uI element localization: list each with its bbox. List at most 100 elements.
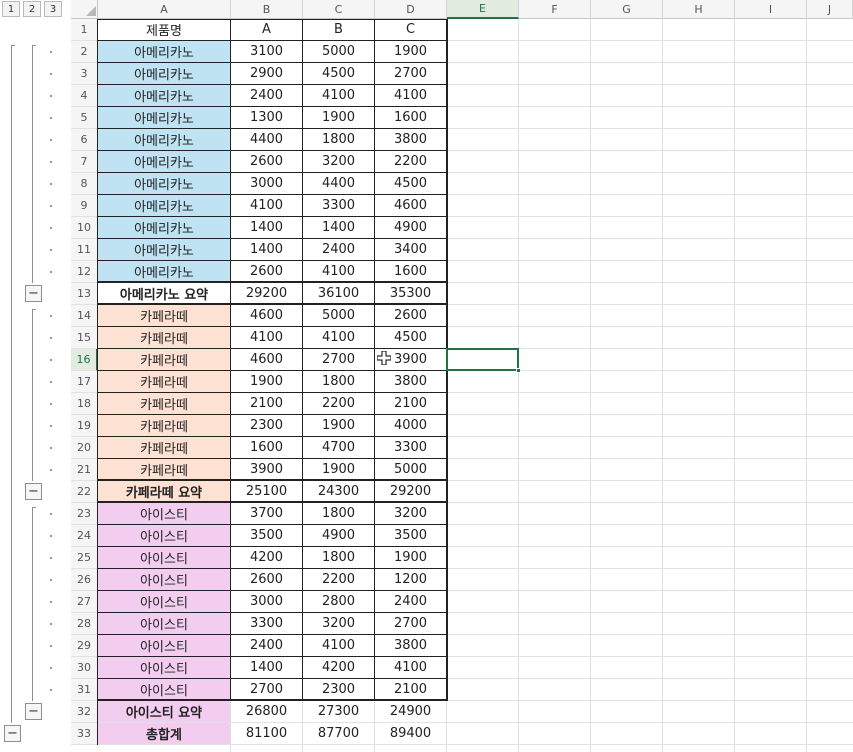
value-cell[interactable]: 3500 — [375, 525, 446, 546]
row-header[interactable]: 7 — [71, 151, 98, 173]
value-cell[interactable]: 5000 — [303, 41, 374, 62]
value-cell[interactable]: 1400 — [303, 217, 374, 238]
value-cell[interactable]: 2700 — [231, 679, 302, 700]
column-title-b[interactable]: B — [303, 19, 374, 40]
product-cell[interactable]: 아메리카노 — [98, 129, 230, 150]
value-cell[interactable]: 1800 — [303, 503, 374, 524]
value-cell[interactable]: 35300 — [375, 283, 446, 304]
row-header[interactable]: 2 — [71, 41, 98, 63]
value-cell[interactable]: 4700 — [303, 437, 374, 458]
value-cell[interactable]: 1400 — [231, 239, 302, 260]
value-cell[interactable]: 3400 — [375, 239, 446, 260]
value-cell[interactable]: 1900 — [231, 371, 302, 392]
product-cell[interactable]: 아메리카노 — [98, 173, 230, 194]
value-cell[interactable]: 1900 — [375, 41, 446, 62]
column-header-h[interactable]: H — [663, 0, 735, 19]
value-cell[interactable]: 3200 — [303, 151, 374, 172]
value-cell[interactable]: 27300 — [303, 701, 374, 722]
value-cell[interactable]: 36100 — [303, 283, 374, 304]
value-cell[interactable]: 4200 — [231, 547, 302, 568]
row-header[interactable]: 24 — [71, 525, 98, 547]
product-cell[interactable]: 아이스티 — [98, 635, 230, 656]
value-cell[interactable]: 5000 — [303, 305, 374, 326]
value-cell[interactable]: 4900 — [303, 525, 374, 546]
row-header[interactable]: 5 — [71, 107, 98, 129]
value-cell[interactable]: 2400 — [303, 239, 374, 260]
value-cell[interactable]: 4600 — [231, 305, 302, 326]
product-cell[interactable]: 카페라떼 — [98, 327, 230, 348]
value-cell[interactable]: 2100 — [375, 679, 446, 700]
value-cell[interactable]: 2200 — [303, 569, 374, 590]
value-cell[interactable]: 2700 — [303, 349, 374, 370]
value-cell[interactable]: 3900 — [231, 459, 302, 480]
value-cell[interactable]: 3500 — [231, 525, 302, 546]
column-header-c[interactable]: C — [303, 0, 375, 19]
value-cell[interactable]: 2700 — [375, 63, 446, 84]
column-title-product[interactable]: 제품명 — [98, 19, 230, 40]
product-cell[interactable]: 카페라떼 — [98, 459, 230, 480]
product-cell[interactable]: 아이스티 — [98, 591, 230, 612]
value-cell[interactable]: 2100 — [375, 393, 446, 414]
value-cell[interactable]: 2900 — [231, 63, 302, 84]
row-header[interactable]: 20 — [71, 437, 98, 459]
column-header-e[interactable]: E — [447, 0, 519, 19]
column-header-b[interactable]: B — [231, 0, 303, 19]
row-header[interactable]: 26 — [71, 569, 98, 591]
value-cell[interactable]: 2400 — [231, 635, 302, 656]
value-cell[interactable]: 3000 — [231, 173, 302, 194]
collapse-group-button[interactable]: − — [25, 483, 42, 500]
value-cell[interactable]: 2700 — [375, 613, 446, 634]
value-cell[interactable]: 1600 — [375, 261, 446, 282]
value-cell[interactable]: 2400 — [375, 591, 446, 612]
row-header[interactable]: 1 — [71, 19, 98, 41]
row-header[interactable]: 28 — [71, 613, 98, 635]
product-cell[interactable]: 아메리카노 — [98, 151, 230, 172]
product-cell[interactable]: 카페라떼 — [98, 349, 230, 370]
value-cell[interactable]: 24900 — [375, 701, 446, 722]
collapse-group-button[interactable]: − — [25, 285, 42, 302]
value-cell[interactable]: 1800 — [303, 129, 374, 150]
row-header[interactable]: 29 — [71, 635, 98, 657]
value-cell[interactable]: 4100 — [303, 635, 374, 656]
product-cell[interactable]: 아이스티 — [98, 613, 230, 634]
product-cell[interactable]: 아메리카노 — [98, 239, 230, 260]
value-cell[interactable]: 4900 — [375, 217, 446, 238]
value-cell[interactable]: 24300 — [303, 481, 374, 502]
value-cell[interactable]: 4400 — [231, 129, 302, 150]
value-cell[interactable]: 1800 — [303, 547, 374, 568]
selected-cell-e16[interactable] — [446, 348, 519, 371]
row-header[interactable]: 22 — [71, 481, 98, 503]
product-cell[interactable]: 아메리카노 — [98, 85, 230, 106]
product-cell[interactable]: 아메리카노 — [98, 107, 230, 128]
row-header[interactable]: 15 — [71, 327, 98, 349]
row-header[interactable]: 4 — [71, 85, 98, 107]
column-header-i[interactable]: I — [735, 0, 807, 19]
value-cell[interactable]: 87700 — [303, 723, 374, 744]
product-cell[interactable]: 카페라떼 — [98, 415, 230, 436]
value-cell[interactable]: 3200 — [375, 503, 446, 524]
value-cell[interactable]: 1600 — [375, 107, 446, 128]
value-cell[interactable]: 29200 — [375, 481, 446, 502]
row-header[interactable]: 21 — [71, 459, 98, 481]
value-cell[interactable]: 1400 — [231, 657, 302, 678]
column-header-f[interactable]: F — [519, 0, 591, 19]
value-cell[interactable]: 2400 — [231, 85, 302, 106]
value-cell[interactable]: 1400 — [231, 217, 302, 238]
value-cell[interactable]: 4500 — [375, 173, 446, 194]
product-cell[interactable]: 아메리카노 — [98, 261, 230, 282]
value-cell[interactable]: 2600 — [231, 261, 302, 282]
value-cell[interactable]: 29200 — [231, 283, 302, 304]
subtotal-label[interactable]: 카페라떼 요약 — [98, 481, 230, 502]
row-header[interactable]: 31 — [71, 679, 98, 701]
value-cell[interactable]: 3100 — [231, 41, 302, 62]
product-cell[interactable]: 카페라떼 — [98, 437, 230, 458]
product-cell[interactable]: 아이스티 — [98, 569, 230, 590]
row-header[interactable]: 25 — [71, 547, 98, 569]
value-cell[interactable]: 3300 — [231, 613, 302, 634]
outline-level-button[interactable]: 3 — [44, 1, 62, 17]
value-cell[interactable]: 3800 — [375, 635, 446, 656]
collapse-group-button[interactable]: − — [25, 703, 42, 720]
value-cell[interactable]: 4100 — [375, 85, 446, 106]
product-cell[interactable]: 아메리카노 — [98, 195, 230, 216]
grand-total-label[interactable]: 총합계 — [98, 723, 230, 744]
